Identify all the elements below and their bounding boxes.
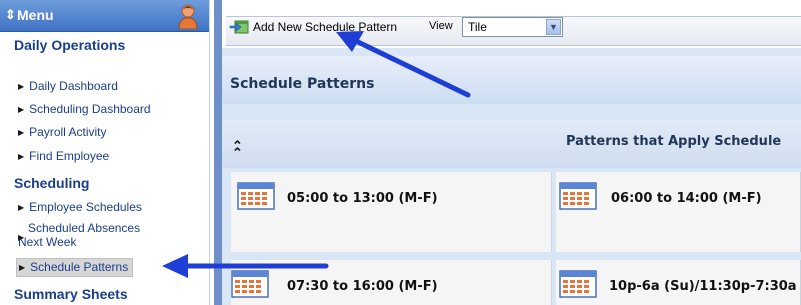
chevron-down-icon[interactable]: ▼	[546, 19, 561, 35]
menu-toggle-icon[interactable]: ⇕	[5, 7, 16, 23]
nav-item-payroll-activity[interactable]: ▶ Payroll Activity	[18, 125, 107, 140]
toolbar: Add New Schedule Pattern View Tile ▼	[222, 0, 801, 48]
collapse-icon[interactable]: ⌃ ⌃	[232, 138, 243, 170]
calendar-icon	[559, 182, 597, 210]
pattern-tile-label: 06:00 to 14:00 (M-F)	[611, 191, 762, 206]
nav-item-label: Find Employee	[29, 149, 110, 163]
pattern-tile-label: 05:00 to 13:00 (M-F)	[287, 191, 438, 206]
nav-item-label: Payroll Activity	[29, 125, 107, 139]
bullet-triangle-icon: ▶	[18, 82, 25, 91]
pattern-tile-label: 10p-6a (Su)/11:30p-7:30a	[609, 279, 797, 294]
section-scheduling[interactable]: Scheduling	[0, 172, 210, 194]
nav-item-employee-schedules[interactable]: ▶ Employee Schedules	[18, 200, 142, 215]
nav-item-label: Daily Dashboard	[29, 79, 118, 93]
pattern-tile[interactable]: 07:30 to 16:00 (M-F)	[231, 260, 552, 305]
view-select-value: Tile	[468, 20, 487, 34]
page-title: Schedule Patterns	[230, 76, 375, 92]
user-avatar-icon[interactable]	[176, 3, 200, 29]
nav-item-label: Scheduling Dashboard	[29, 102, 151, 116]
splitter[interactable]	[214, 0, 222, 305]
nav-item-label: Employee Schedules	[29, 200, 142, 214]
bullet-triangle-icon: ▶	[18, 105, 25, 114]
section-header: Schedule Patterns	[222, 56, 801, 104]
nav-item-label-line2: Next Week	[18, 235, 77, 249]
bullet-triangle-icon: ▶	[18, 233, 25, 242]
view-select[interactable]: Tile ▼	[462, 17, 563, 37]
pattern-tile[interactable]: 10p-6a (Su)/11:30p-7:30a	[556, 260, 801, 305]
group-title: Patterns that Apply Schedule	[566, 134, 782, 149]
bullet-triangle-icon: ▶	[18, 152, 25, 161]
nav-item-scheduling-dashboard[interactable]: ▶ Scheduling Dashboard	[18, 102, 151, 117]
calendar-icon	[231, 270, 269, 298]
nav-item-label: Schedule Patterns	[30, 260, 129, 274]
bullet-triangle-icon: ▶	[19, 263, 26, 272]
nav-item-label: Scheduled Absences	[28, 221, 141, 235]
nav-item-schedule-patterns[interactable]: ▶ Schedule Patterns	[16, 258, 134, 277]
sidebar: ⇕ Menu Daily Operations ▶ Daily Dashboard…	[0, 0, 210, 305]
nav-item-daily-dashboard[interactable]: ▶ Daily Dashboard	[18, 79, 118, 94]
pattern-tile[interactable]: 05:00 to 13:00 (M-F)	[231, 172, 552, 252]
menu-header[interactable]: ⇕ Menu	[0, 0, 209, 32]
main-content: Add New Schedule Pattern View Tile ▼ Sch…	[222, 0, 801, 305]
bullet-triangle-icon: ▶	[18, 128, 25, 137]
calendar-icon	[559, 270, 597, 298]
calendar-icon	[237, 182, 275, 210]
pattern-tile-label: 07:30 to 16:00 (M-F)	[287, 279, 438, 294]
group-header: ⌃ ⌃ Patterns that Apply Schedule	[222, 120, 801, 168]
nav-item-scheduled-absences[interactable]: ▶ Scheduled Absences Next Week	[18, 221, 178, 249]
add-pattern-icon[interactable]	[229, 20, 249, 34]
menu-title: Menu	[17, 7, 54, 23]
add-new-schedule-pattern-link[interactable]: Add New Schedule Pattern	[253, 20, 397, 34]
view-label: View	[429, 20, 453, 32]
section-summary-sheets[interactable]: Summary Sheets	[0, 283, 210, 305]
pattern-tile[interactable]: 06:00 to 14:00 (M-F)	[556, 172, 801, 252]
bullet-triangle-icon: ▶	[18, 203, 25, 212]
nav-item-find-employee[interactable]: ▶ Find Employee	[18, 149, 109, 164]
section-daily-operations[interactable]: Daily Operations	[0, 34, 210, 56]
